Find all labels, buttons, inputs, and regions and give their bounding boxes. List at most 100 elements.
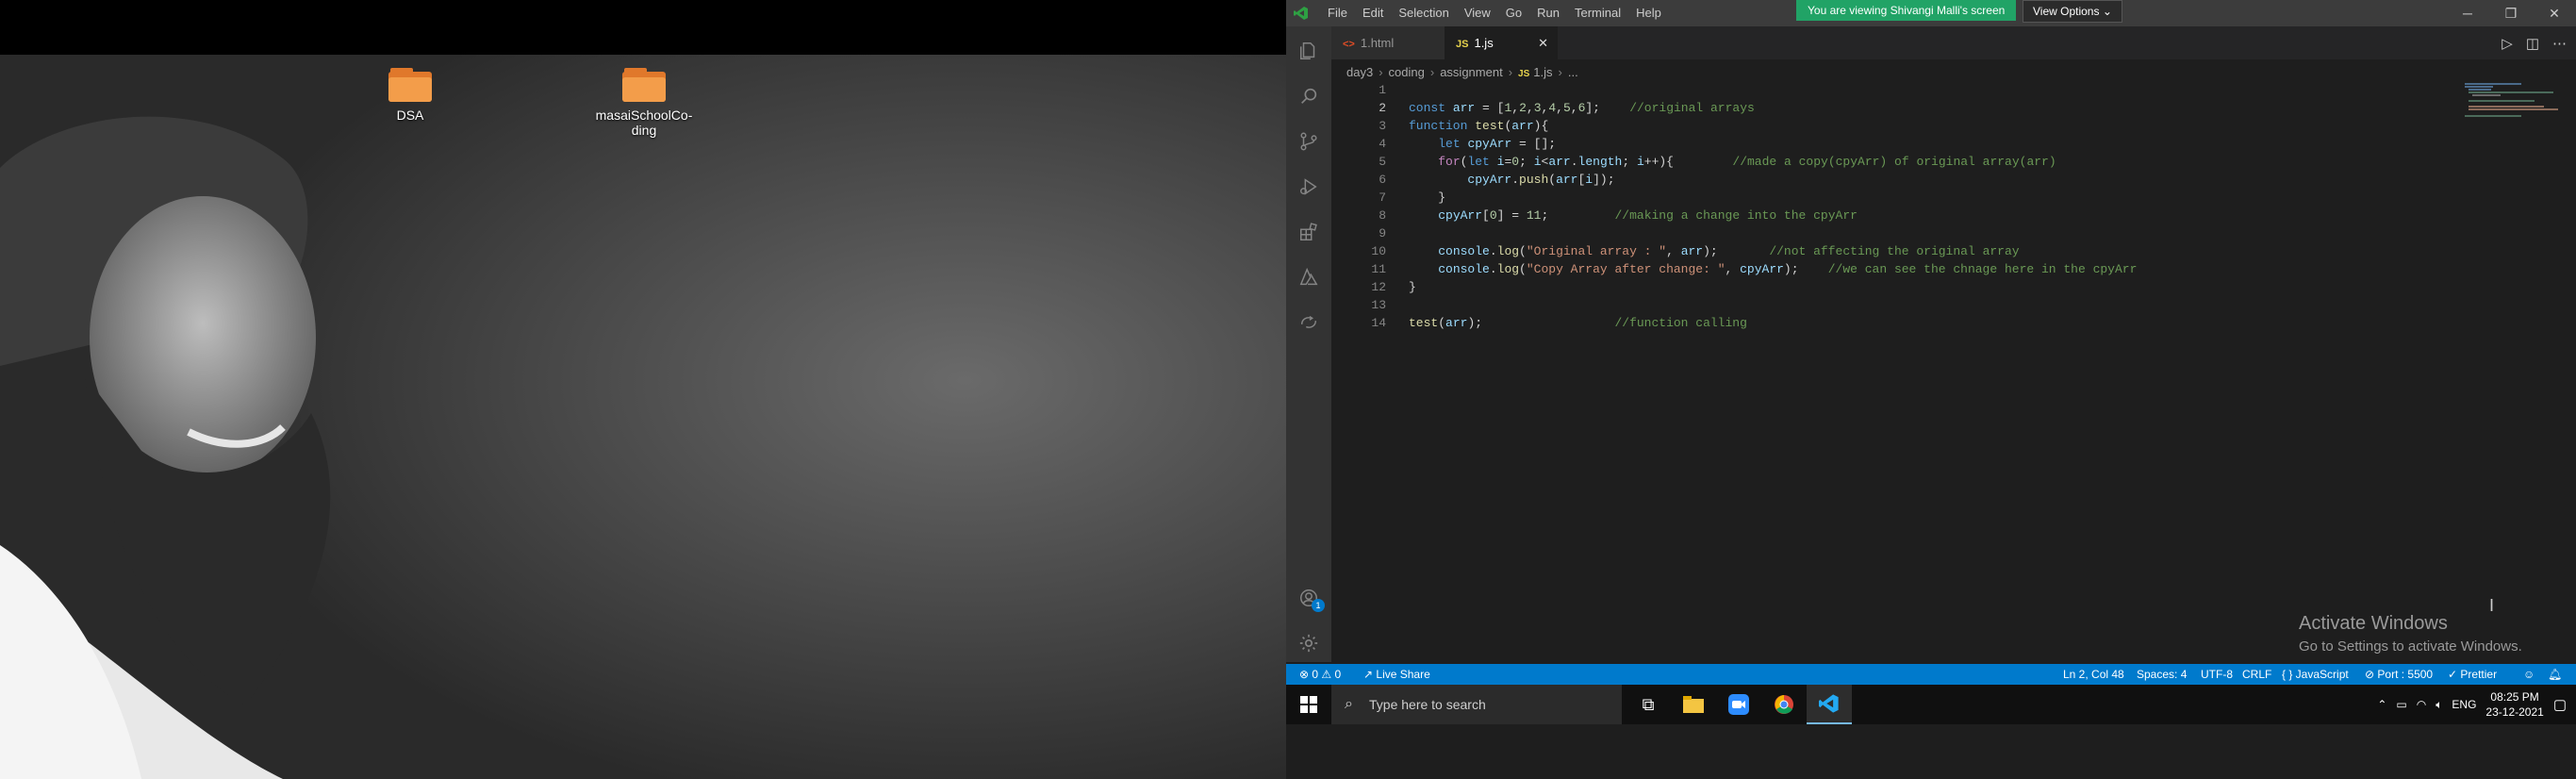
line-number: 4 xyxy=(1379,137,1386,151)
tab-1-html[interactable]: <> 1.html xyxy=(1331,26,1445,59)
menu-terminal[interactable]: Terminal xyxy=(1567,0,1628,26)
code-line[interactable]: 12} xyxy=(1331,278,2463,296)
code-token: i xyxy=(1533,155,1542,169)
folder-icon xyxy=(388,68,432,102)
code-text: cpyArr.push(arr[i]); xyxy=(1409,171,1614,189)
settings-gear-icon[interactable] xyxy=(1296,630,1322,656)
code-line[interactable]: 11 console.log("Copy Array after change:… xyxy=(1331,260,2463,278)
battery-icon[interactable]: ▭ xyxy=(2396,698,2406,711)
encoding-status[interactable]: UTF-8 xyxy=(2201,664,2233,685)
task-view-icon[interactable]: ⧉ xyxy=(1626,685,1671,724)
taskbar-clock[interactable]: 08:25 PM 23-12-2021 xyxy=(2485,689,2543,720)
minimize-button[interactable]: ─ xyxy=(2446,0,2489,26)
menu-file[interactable]: File xyxy=(1320,0,1355,26)
line-number: 14 xyxy=(1371,316,1386,330)
code-line[interactable]: 4 let cpyArr = []; xyxy=(1331,135,2463,153)
notification-center-icon[interactable]: ▢ xyxy=(2553,696,2567,713)
breadcrumb-item[interactable]: ... xyxy=(1568,62,1578,83)
maximize-button[interactable]: ❐ xyxy=(2489,0,2533,26)
breadcrumb-item[interactable]: day3 xyxy=(1346,62,1373,83)
desktop-folder-dsa[interactable]: DSA xyxy=(339,68,481,123)
code-token: //we can see the chnage here in the cpyA… xyxy=(1827,262,2138,276)
notifications-bell-icon[interactable]: 🔔︎ xyxy=(2548,664,2562,685)
remote-explorer-icon[interactable] xyxy=(1296,309,1322,336)
close-window-button[interactable]: ✕ xyxy=(2533,0,2576,26)
file-explorer-icon[interactable] xyxy=(1671,685,1716,724)
code-token: //original arrays xyxy=(1629,101,1755,115)
live-server-port[interactable]: ⊘ Port : 5500 xyxy=(2365,664,2433,685)
indentation-status[interactable]: Spaces: 4 xyxy=(2137,664,2187,685)
menu-run[interactable]: Run xyxy=(1529,0,1567,26)
cursor-position[interactable]: Ln 2, Col 48 xyxy=(2063,664,2124,685)
code-token: ); xyxy=(1467,316,1615,330)
feedback-icon[interactable]: ☺ xyxy=(2523,664,2535,685)
code-line[interactable]: 9 xyxy=(1331,224,2463,242)
breadcrumb-item[interactable]: coding xyxy=(1389,62,1425,83)
line-number: 8 xyxy=(1379,208,1386,223)
code-text: cpyArr[0] = 11; //making a change into t… xyxy=(1409,207,1858,224)
code-line[interactable]: 3 function test(arr){ xyxy=(1331,117,2463,135)
zoom-app-icon[interactable] xyxy=(1716,685,1761,724)
code-line[interactable]: 7 } xyxy=(1331,189,2463,207)
line-number: 9 xyxy=(1379,226,1386,240)
vscode-window: File Edit Selection View Go Run Terminal… xyxy=(1286,0,2576,779)
search-placeholder: Type here to search xyxy=(1369,697,1486,712)
menu-selection[interactable]: Selection xyxy=(1391,0,1456,26)
start-button[interactable] xyxy=(1286,685,1331,724)
view-options-label: View Options xyxy=(2033,5,2100,18)
search-icon[interactable] xyxy=(1296,83,1322,109)
accounts-icon[interactable]: 1 xyxy=(1296,585,1325,612)
chevron-up-icon[interactable]: ⌃ xyxy=(2377,698,2386,711)
menu-go[interactable]: Go xyxy=(1498,0,1529,26)
breadcrumb-file[interactable]: JS 1.js xyxy=(1518,62,1552,83)
code-line[interactable]: 1 xyxy=(1331,81,2463,99)
language-mode[interactable]: { } JavaScript xyxy=(2282,664,2349,685)
code-token: 0 xyxy=(1489,208,1497,223)
azure-icon[interactable] xyxy=(1296,264,1322,290)
desktop-folder-masai[interactable]: masaiSchoolCo-ding xyxy=(573,68,715,138)
code-line[interactable]: 8 cpyArr[0] = 11; //making a change into… xyxy=(1331,207,2463,224)
split-editor-icon[interactable]: ◫ xyxy=(2526,35,2539,52)
code-line[interactable]: 13 xyxy=(1331,296,2463,314)
vscode-taskbar-icon[interactable] xyxy=(1807,685,1852,724)
view-options-button[interactable]: View Options ⌄ xyxy=(2023,0,2122,23)
line-number: 7 xyxy=(1379,191,1386,205)
wifi-icon[interactable]: ◠ xyxy=(2417,698,2426,711)
activity-bar: 1 xyxy=(1286,26,1331,662)
volume-icon[interactable]: 🔈︎ xyxy=(2436,698,2442,712)
close-tab-icon[interactable]: ✕ xyxy=(1538,26,1548,59)
prettier-status[interactable]: ✓ Prettier xyxy=(2448,664,2497,685)
explorer-icon[interactable] xyxy=(1296,38,1322,64)
code-token: //made a copy(cpyArr) of original array(… xyxy=(1732,155,2056,169)
input-language[interactable]: ENG xyxy=(2452,698,2476,711)
code-token: } xyxy=(1409,191,1446,205)
live-share-status[interactable]: ↗ Live Share xyxy=(1363,664,1430,685)
run-debug-icon[interactable] xyxy=(1296,174,1322,200)
tab-1-js[interactable]: JS 1.js ✕ xyxy=(1445,26,1558,59)
extensions-icon[interactable] xyxy=(1296,219,1322,245)
code-line[interactable]: 14 test(arr); //function calling xyxy=(1331,314,2463,332)
minimap[interactable] xyxy=(2465,81,2559,119)
menu-view[interactable]: View xyxy=(1457,0,1498,26)
code-token: 5 xyxy=(1562,101,1571,115)
more-actions-icon[interactable]: ⋯ xyxy=(2552,35,2567,52)
code-line[interactable]: 2 const arr = [1,2,3,4,5,6]; //original a… xyxy=(1331,99,2463,117)
code-line[interactable]: 6 cpyArr.push(arr[i]); xyxy=(1331,171,2463,189)
breadcrumb-item[interactable]: assignment xyxy=(1440,62,1502,83)
menu-help[interactable]: Help xyxy=(1628,0,1669,26)
code-text: } xyxy=(1409,278,1416,296)
run-file-icon[interactable]: ▷ xyxy=(2502,35,2513,52)
eol-status[interactable]: CRLF xyxy=(2242,664,2271,685)
taskbar-search-input[interactable]: ⌕ Type here to search xyxy=(1331,685,1622,724)
code-line[interactable]: 5 for(let i=0; i<arr.length; i++){ //mad… xyxy=(1331,153,2463,171)
code-token: 4 xyxy=(1548,101,1557,115)
source-control-icon[interactable] xyxy=(1296,128,1322,155)
chrome-icon[interactable] xyxy=(1761,685,1807,724)
code-token: //function calling xyxy=(1614,316,1747,330)
menu-edit[interactable]: Edit xyxy=(1355,0,1391,26)
desktop-wallpaper xyxy=(0,55,1286,779)
code-token: ( xyxy=(1519,244,1527,258)
code-line[interactable]: 10 console.log("Original array : ", arr)… xyxy=(1331,242,2463,260)
problems-status[interactable]: ⊗ 0 ⚠ 0 xyxy=(1299,664,1341,685)
